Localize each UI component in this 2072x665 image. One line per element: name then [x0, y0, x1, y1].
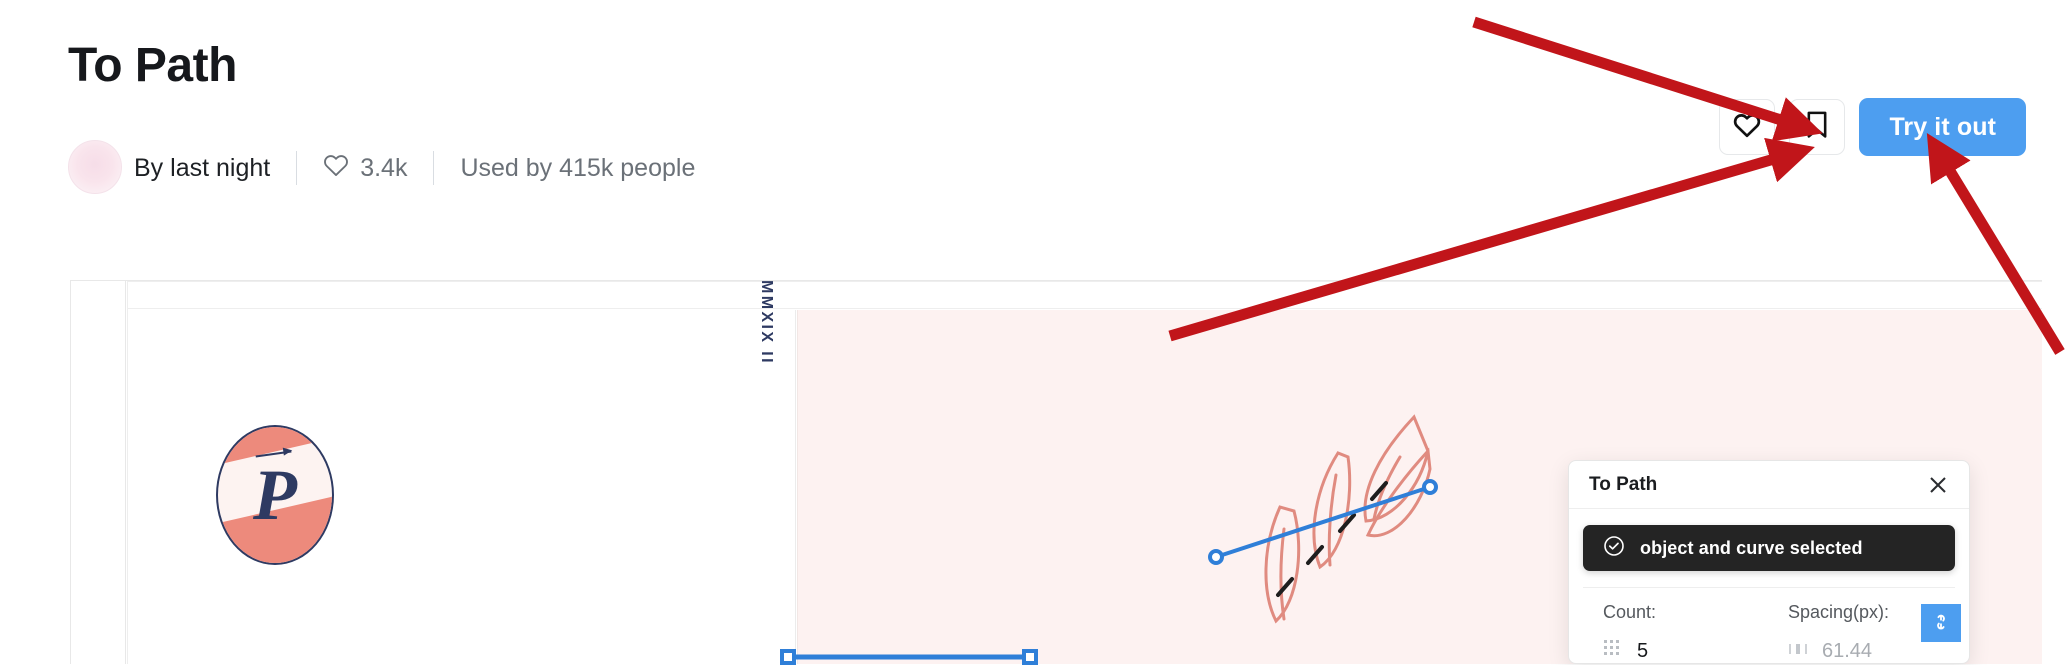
count-value[interactable]: 5 — [1637, 640, 1648, 663]
artboard-left-page: MMXIX II P — [128, 280, 796, 664]
header-actions: Try it out — [1719, 98, 2026, 156]
bookmark-icon — [1806, 111, 1828, 144]
plugin-panel-title: To Path — [1589, 473, 1658, 495]
count-value-row[interactable]: 5 — [1603, 639, 1788, 663]
path-anchor-start — [1208, 549, 1224, 565]
close-icon[interactable] — [1925, 472, 1951, 498]
meta-divider — [296, 151, 298, 185]
plugin-panel-body: object and curve selected Count: 5 Spaci… — [1569, 509, 1969, 663]
artboard-vertical-mark: MMXIX II — [758, 280, 775, 365]
grid-dots-icon — [1603, 639, 1623, 663]
status-toast: object and curve selected — [1583, 525, 1955, 571]
count-label: Count: — [1603, 602, 1657, 622]
leaf-illustration[interactable] — [1128, 395, 1548, 655]
status-toast-message: object and curve selected — [1640, 537, 1863, 558]
favorite-button[interactable] — [1719, 99, 1776, 155]
author-name: last night — [170, 153, 271, 182]
page-header: To Path By last night 3.4k Used by 415k … — [0, 0, 2072, 200]
bookmark-button[interactable] — [1789, 99, 1846, 155]
heart-icon — [323, 153, 360, 184]
likes-stat: 3.4k — [323, 153, 407, 184]
heart-icon — [1733, 112, 1761, 143]
avatar — [68, 140, 122, 194]
count-field: Count: 5 — [1603, 602, 1788, 663]
preview-gutter — [71, 281, 126, 664]
meta-row: By last night 3.4k Used by 415k people — [68, 140, 696, 194]
author-prefix: By — [134, 153, 164, 182]
artboard-toolbar — [128, 282, 2042, 309]
logo-letter: P — [253, 455, 297, 535]
path-anchor-end — [1422, 479, 1438, 495]
likes-count: 3.4k — [360, 153, 408, 182]
plugin-panel[interactable]: To Path object and curve selected Count: — [1568, 460, 1970, 664]
logo-mark: P — [216, 425, 334, 565]
plugin-fields-row: Count: 5 Spacing(px): 61.44 — [1583, 588, 1961, 663]
spacing-icon — [1788, 639, 1808, 663]
plugin-panel-header: To Path — [1569, 461, 1969, 509]
spacing-value[interactable]: 61.44 — [1822, 640, 1872, 663]
check-circle-icon — [1603, 535, 1625, 562]
page-title: To Path — [68, 39, 237, 92]
author-label[interactable]: By last night — [134, 154, 270, 183]
spacing-label: Spacing(px): — [1788, 602, 1890, 622]
meta-divider — [433, 151, 435, 185]
try-it-out-button[interactable]: Try it out — [1859, 98, 2026, 156]
used-by-label: Used by 415k people — [460, 153, 696, 182]
link-icon — [1932, 612, 1950, 635]
selection-rectangle[interactable] — [780, 643, 1040, 665]
spacing-value-row[interactable]: 61.44 — [1788, 639, 1889, 663]
link-spacing-button[interactable] — [1921, 604, 1961, 642]
spacing-field: Spacing(px): 61.44 — [1788, 602, 1890, 663]
